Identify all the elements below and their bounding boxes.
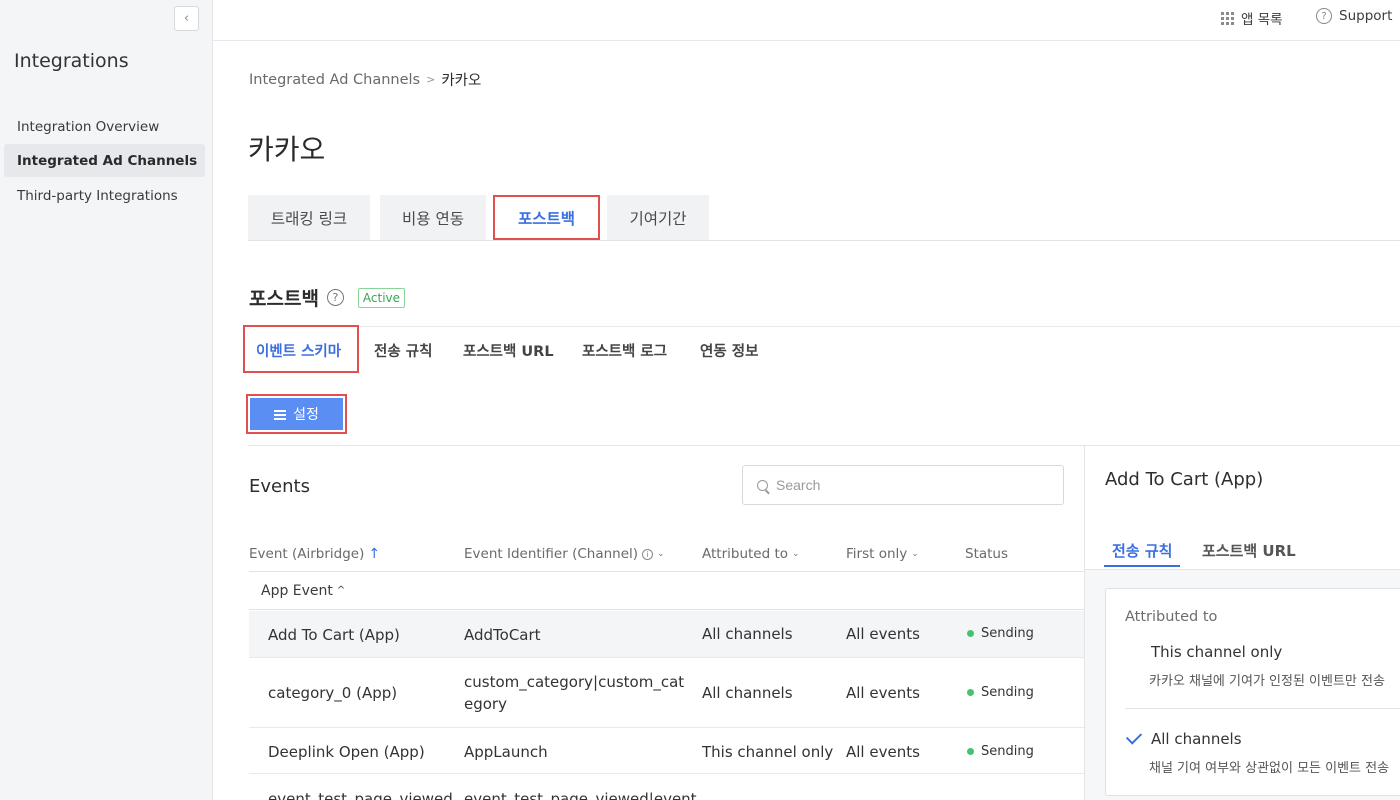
tab-attribution-window[interactable]: 기여기간 <box>607 195 709 240</box>
chevron-down-icon: ⌄ <box>657 549 665 559</box>
option-description: 채널 기여 여부와 상관없이 모든 이벤트 전송 <box>1149 761 1390 776</box>
divider <box>248 445 1400 446</box>
status-label: Sending <box>981 744 1034 759</box>
topbar: 앱 목록 ? Support <box>213 0 1400 41</box>
search-box <box>742 465 1064 505</box>
question-icon: ? <box>1316 8 1332 24</box>
subtab-event-schema[interactable]: 이벤트 스키마 <box>256 340 341 361</box>
sidebar-collapse-button[interactable]: ‹ <box>174 6 199 31</box>
events-title: Events <box>249 476 310 497</box>
tab-postback[interactable]: 포스트백 <box>493 195 600 240</box>
group-label: App Event <box>261 582 333 599</box>
detail-tab-postback-url[interactable]: 포스트백 URL <box>1202 540 1296 561</box>
page-title: 카카오 <box>248 133 326 166</box>
event-name: event_test_page_viewed <box>268 790 453 800</box>
section-header: 포스트백 ? Active <box>249 284 406 311</box>
support-label: Support <box>1339 8 1393 24</box>
column-header-first-only[interactable]: First only ⌄ <box>846 546 919 562</box>
sidebar-item-third-party-integrations[interactable]: Third-party Integrations <box>4 179 205 212</box>
card-label: Attributed to <box>1125 609 1218 625</box>
event-name: Deeplink Open (App) <box>268 743 425 761</box>
first-only: All events <box>846 743 920 761</box>
apps-menu-link[interactable]: 앱 목록 <box>1221 8 1283 28</box>
subtab-postback-url[interactable]: 포스트백 URL <box>463 340 554 361</box>
event-identifier: custom_category|custom_category <box>464 673 685 713</box>
column-header-event-label: Event (Airbridge) <box>249 546 365 562</box>
option-description: 카카오 채널에 기여가 인정된 이벤트만 전송 <box>1149 674 1385 689</box>
breadcrumb-parent-link[interactable]: Integrated Ad Channels <box>249 72 420 88</box>
table-row[interactable]: Deeplink Open (App) AppLaunch This chann… <box>249 728 1084 774</box>
breadcrumb: Integrated Ad Channels > 카카오 <box>249 69 481 90</box>
column-header-identifier-label: Event Identifier (Channel) <box>464 546 639 562</box>
status-dot-icon <box>967 748 974 755</box>
status-cell: Sending <box>967 744 1034 759</box>
subtab-sending-rules[interactable]: 전송 규칙 <box>374 340 432 361</box>
first-only: All events <box>846 625 920 643</box>
chevron-right-icon: > <box>426 73 436 86</box>
detail-title: Add To Cart (App) <box>1105 469 1264 490</box>
setup-button-label: 설정 <box>293 407 319 423</box>
sliders-icon <box>274 409 287 420</box>
status-dot-icon <box>967 630 974 637</box>
setup-button[interactable]: 설정 <box>250 398 343 430</box>
tab-cost-integration[interactable]: 비용 연동 <box>380 195 486 240</box>
column-header-event[interactable]: Event (Airbridge) ↑ <box>249 546 380 562</box>
support-link[interactable]: ? Support <box>1316 8 1392 24</box>
apps-menu-label: 앱 목록 <box>1241 12 1283 28</box>
column-header-attributed-label: Attributed to <box>702 546 789 562</box>
search-icon <box>757 479 768 491</box>
sidebar-item-integrated-ad-channels[interactable]: Integrated Ad Channels <box>4 144 205 177</box>
section-title: 포스트백 <box>249 288 319 310</box>
column-header-attributed[interactable]: Attributed to ⌄ <box>702 546 800 562</box>
event-name: category_0 (App) <box>268 684 398 702</box>
sidebar-title: Integrations <box>14 50 129 72</box>
table-row[interactable]: Add To Cart (App) AddToCart All channels… <box>249 611 1084 658</box>
active-tab-indicator <box>1104 565 1180 567</box>
status-dot-icon <box>967 689 974 696</box>
option-all-channels[interactable]: All channels <box>1151 730 1242 748</box>
setup-button-highlight: 설정 <box>246 394 347 434</box>
info-icon: i <box>642 548 654 560</box>
status-label: Sending <box>981 626 1034 641</box>
tab-tracking-link[interactable]: 트래킹 링크 <box>248 195 370 240</box>
column-header-identifier[interactable]: Event Identifier (Channel) i ⌄ <box>464 546 665 562</box>
attributed-to: This channel only <box>702 743 834 761</box>
event-name: Add To Cart (App) <box>268 626 400 644</box>
event-identifier: event_test_page_viewed|event <box>464 790 697 800</box>
subtab-postback-log[interactable]: 포스트백 로그 <box>582 340 667 361</box>
search-input[interactable] <box>776 477 1036 493</box>
status-badge: Active <box>357 287 406 308</box>
main-tabs: 트래킹 링크 비용 연동 포스트백 기여기간 <box>248 195 1400 241</box>
chevron-down-icon: ⌄ <box>911 549 919 559</box>
column-header-first-only-label: First only <box>846 546 908 562</box>
subtab-integration-info[interactable]: 연동 정보 <box>700 340 758 361</box>
option-divider <box>1125 708 1400 709</box>
table-row[interactable]: category_0 (App) custom_category|custom_… <box>249 658 1084 728</box>
sidebar-item-integration-overview[interactable]: Integration Overview <box>4 110 205 143</box>
chevron-down-icon: ⌄ <box>792 549 800 559</box>
detail-tab-sending-rules[interactable]: 전송 규칙 <box>1112 540 1172 561</box>
column-header-status-label: Status <box>965 546 1009 562</box>
help-icon[interactable]: ? <box>326 289 344 306</box>
column-header-status: Status <box>965 546 1008 562</box>
sort-ascending-icon: ↑ <box>368 546 381 562</box>
status-label: Sending <box>981 685 1034 700</box>
attributed-to: All channels <box>702 625 793 643</box>
group-row-app-event[interactable]: App Event ^ <box>249 572 1084 610</box>
table-row[interactable]: event_test_page_viewed event_test_page_v… <box>249 774 1084 800</box>
first-only: All events <box>846 684 920 702</box>
event-identifier: AddToCart <box>464 626 541 644</box>
chevron-up-icon: ^ <box>336 585 346 596</box>
status-cell: Sending <box>967 626 1034 641</box>
sidebar: ‹ Integrations Integration Overview Inte… <box>0 0 213 800</box>
sub-tabs-divider <box>248 326 1400 327</box>
attributed-to: All channels <box>702 684 793 702</box>
status-cell: Sending <box>967 685 1034 700</box>
option-this-channel-only[interactable]: This channel only <box>1151 643 1282 661</box>
grid-icon <box>1221 11 1234 25</box>
breadcrumb-current: 카카오 <box>441 73 482 89</box>
event-identifier: AppLaunch <box>464 743 548 761</box>
chevron-left-icon: ‹ <box>183 11 190 26</box>
